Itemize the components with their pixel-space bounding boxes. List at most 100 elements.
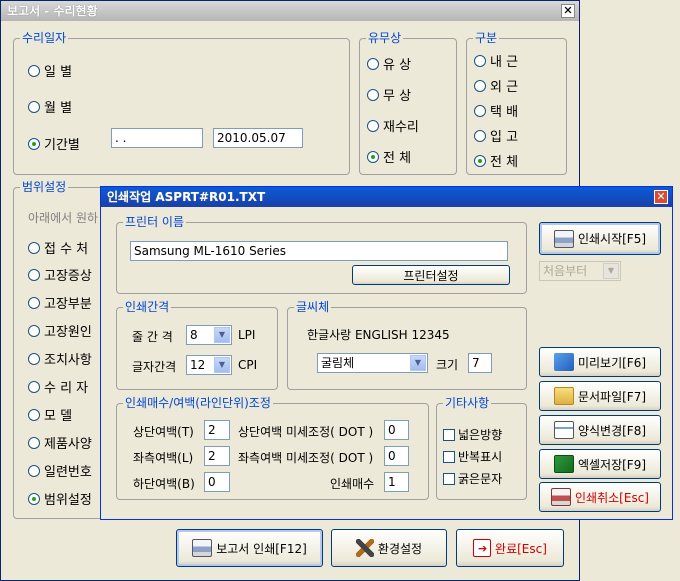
radio-delivery[interactable]: 택 배 <box>474 101 518 120</box>
font-group-title: 글씨체 <box>294 300 332 314</box>
range-group-title: 범위설정 <box>20 180 69 194</box>
left-margin-input[interactable]: 2 <box>204 446 230 466</box>
radio-range-symptom[interactable]: 고장증상 <box>28 265 92 284</box>
chevron-down-icon: ▼ <box>603 263 619 279</box>
check-bold-label: 굵은문자 <box>458 472 503 486</box>
char-spacing-select[interactable]: 12 ▼ <box>186 355 232 375</box>
radio-range-model[interactable]: 모 델 <box>28 405 72 424</box>
date-to-input[interactable]: 2010.05.07 <box>213 128 303 148</box>
left-fine-input[interactable]: 0 <box>384 446 409 466</box>
radio-rerepair[interactable]: 재수리 <box>367 116 419 135</box>
excel-save-button[interactable]: 엑셀저장[F9] <box>539 449 661 479</box>
radio-range-label: 수 리 자 <box>44 381 89 396</box>
print-titlebar[interactable]: 인쇄작업 ASPRT#R01.TXT ✕ <box>101 187 672 207</box>
radio-dot <box>28 64 40 77</box>
line-spacing-select[interactable]: 8 ▼ <box>186 325 232 345</box>
line-spacing-label: 줄 간 격 <box>132 330 173 344</box>
check-repeat-label: 반복표시 <box>458 450 503 464</box>
bottom-margin-label: 하단여백(B) <box>133 477 195 491</box>
radio-range-label: 고장원인 <box>44 325 92 340</box>
top-fine-label: 상단여백 미세조정( DOT ) <box>238 425 374 439</box>
excel-save-label: 엑셀저장[F9] <box>577 457 647 472</box>
font-face-value: 굴림체 <box>321 356 355 370</box>
radio-range-reception[interactable]: 접 수 처 <box>28 238 88 257</box>
top-margin-label: 상단여백(T) <box>133 425 194 439</box>
radio-paid-label: 유 상 <box>383 58 412 73</box>
print-report-button[interactable]: 보고서 인쇄[F12] <box>176 529 323 567</box>
repair-date-group: 수리일자 일 별 월 별 기간별 . . 2010.05.07 <box>13 31 350 175</box>
radio-free-label: 무 상 <box>383 89 412 104</box>
margins-group-title: 인쇄매수/여백(라인단위)조정 <box>123 396 273 410</box>
radio-external[interactable]: 외 근 <box>474 76 518 95</box>
done-button[interactable]: ➔ 완료[Esc] <box>456 529 564 567</box>
tools-icon <box>355 539 374 557</box>
printer-setup-button[interactable]: 프린터설정 <box>352 265 510 285</box>
radio-category-all-label: 전 체 <box>490 155 519 170</box>
spacing-group: 인쇄간격 줄 간 격 8 ▼ LPI 글자간격 12 ▼ CPI <box>116 300 278 390</box>
settings-button[interactable]: 환경설정 <box>331 529 447 567</box>
font-size-input[interactable]: 7 <box>468 353 492 373</box>
radio-dot <box>28 436 40 449</box>
radio-period[interactable]: 기간별 <box>28 134 80 153</box>
print-start-button[interactable]: 인쇄시작[F5] <box>539 222 661 255</box>
bottom-margin-input[interactable]: 0 <box>204 472 230 492</box>
category-group: 구분 내 근 외 근 택 배 입 고 전 체 <box>466 31 567 175</box>
radio-dot <box>28 352 40 365</box>
radio-category-all[interactable]: 전 체 <box>474 151 518 170</box>
print-cancel-label: 인쇄취소[Esc] <box>575 490 649 505</box>
format-change-button[interactable]: 양식변경[F8] <box>539 415 661 445</box>
radio-monthly[interactable]: 월 별 <box>28 97 72 116</box>
radio-paid[interactable]: 유 상 <box>367 54 411 73</box>
report-close-icon[interactable]: ✕ <box>561 4 575 18</box>
print-cancel-button[interactable]: 인쇄취소[Esc] <box>539 482 661 512</box>
left-fine-label: 좌측여백 미세조정( DOT ) <box>238 451 374 465</box>
radio-dot <box>28 324 40 337</box>
font-face-select[interactable]: 굴림체 ▼ <box>317 353 428 373</box>
char-spacing-value: 12 <box>190 358 206 372</box>
radio-range-part[interactable]: 고장부분 <box>28 293 92 312</box>
radio-dot-selected <box>28 137 40 150</box>
print-close-icon[interactable]: ✕ <box>654 190 668 204</box>
document-file-label: 문서파일[F7] <box>577 389 647 404</box>
print-from-select[interactable]: 처음부터 ▼ <box>539 261 621 281</box>
radio-dot <box>28 380 40 393</box>
top-margin-input[interactable]: 2 <box>204 420 230 440</box>
radio-internal[interactable]: 내 근 <box>474 51 518 70</box>
radio-range-serial[interactable]: 일련번호 <box>28 461 92 480</box>
radio-range-cause[interactable]: 고장원인 <box>28 321 92 340</box>
printer-name-field[interactable]: Samsung ML-1610 Series <box>130 241 508 261</box>
print-report-label: 보고서 인쇄[F12] <box>216 541 307 556</box>
radio-daily[interactable]: 일 별 <box>28 61 72 80</box>
radio-presence-all[interactable]: 전 체 <box>367 147 411 166</box>
radio-range-label: 고장부분 <box>44 297 92 312</box>
chevron-down-icon: ▼ <box>214 357 230 373</box>
radio-range-repairer[interactable]: 수 리 자 <box>28 377 88 396</box>
report-title: 보고서 - 수리현황 <box>7 4 98 18</box>
check-repeat[interactable]: 반복표시 <box>443 448 502 465</box>
radio-dot <box>28 408 40 421</box>
checkbox-box <box>443 472 455 485</box>
check-bold[interactable]: 굵은문자 <box>443 470 502 487</box>
presence-group: 유무상 유 상 무 상 재수리 전 체 <box>359 31 457 175</box>
left-margin-label: 좌측여백(L) <box>133 451 194 465</box>
font-group: 글씨체 한글사랑 ENGLISH 12345 굴림체 ▼ 크기 7 <box>287 300 527 390</box>
radio-incoming[interactable]: 입 고 <box>474 126 518 145</box>
repair-date-group-title: 수리일자 <box>20 31 69 45</box>
misc-group-title: 기타사항 <box>443 396 492 410</box>
radio-range-action[interactable]: 조치사항 <box>28 349 92 368</box>
copies-input[interactable]: 1 <box>384 472 409 492</box>
top-fine-input[interactable]: 0 <box>384 420 409 440</box>
preview-button[interactable]: 미리보기[F6] <box>539 347 661 377</box>
radio-range-setting[interactable]: 범위설정 <box>28 489 92 508</box>
check-landscape[interactable]: 넓은방향 <box>443 426 502 443</box>
line-spacing-unit: LPI <box>238 328 256 342</box>
cancel-printer-icon <box>551 488 572 506</box>
radio-range-label: 일련번호 <box>44 465 92 480</box>
date-from-input[interactable]: . . <box>111 128 203 148</box>
radio-free[interactable]: 무 상 <box>367 85 411 104</box>
radio-range-spec[interactable]: 제품사양 <box>28 433 92 452</box>
report-titlebar[interactable]: 보고서 - 수리현황 ✕ <box>1 1 579 21</box>
font-size-label: 크기 <box>436 358 459 372</box>
document-file-button[interactable]: 문서파일[F7] <box>539 381 661 411</box>
radio-dot <box>28 296 40 309</box>
